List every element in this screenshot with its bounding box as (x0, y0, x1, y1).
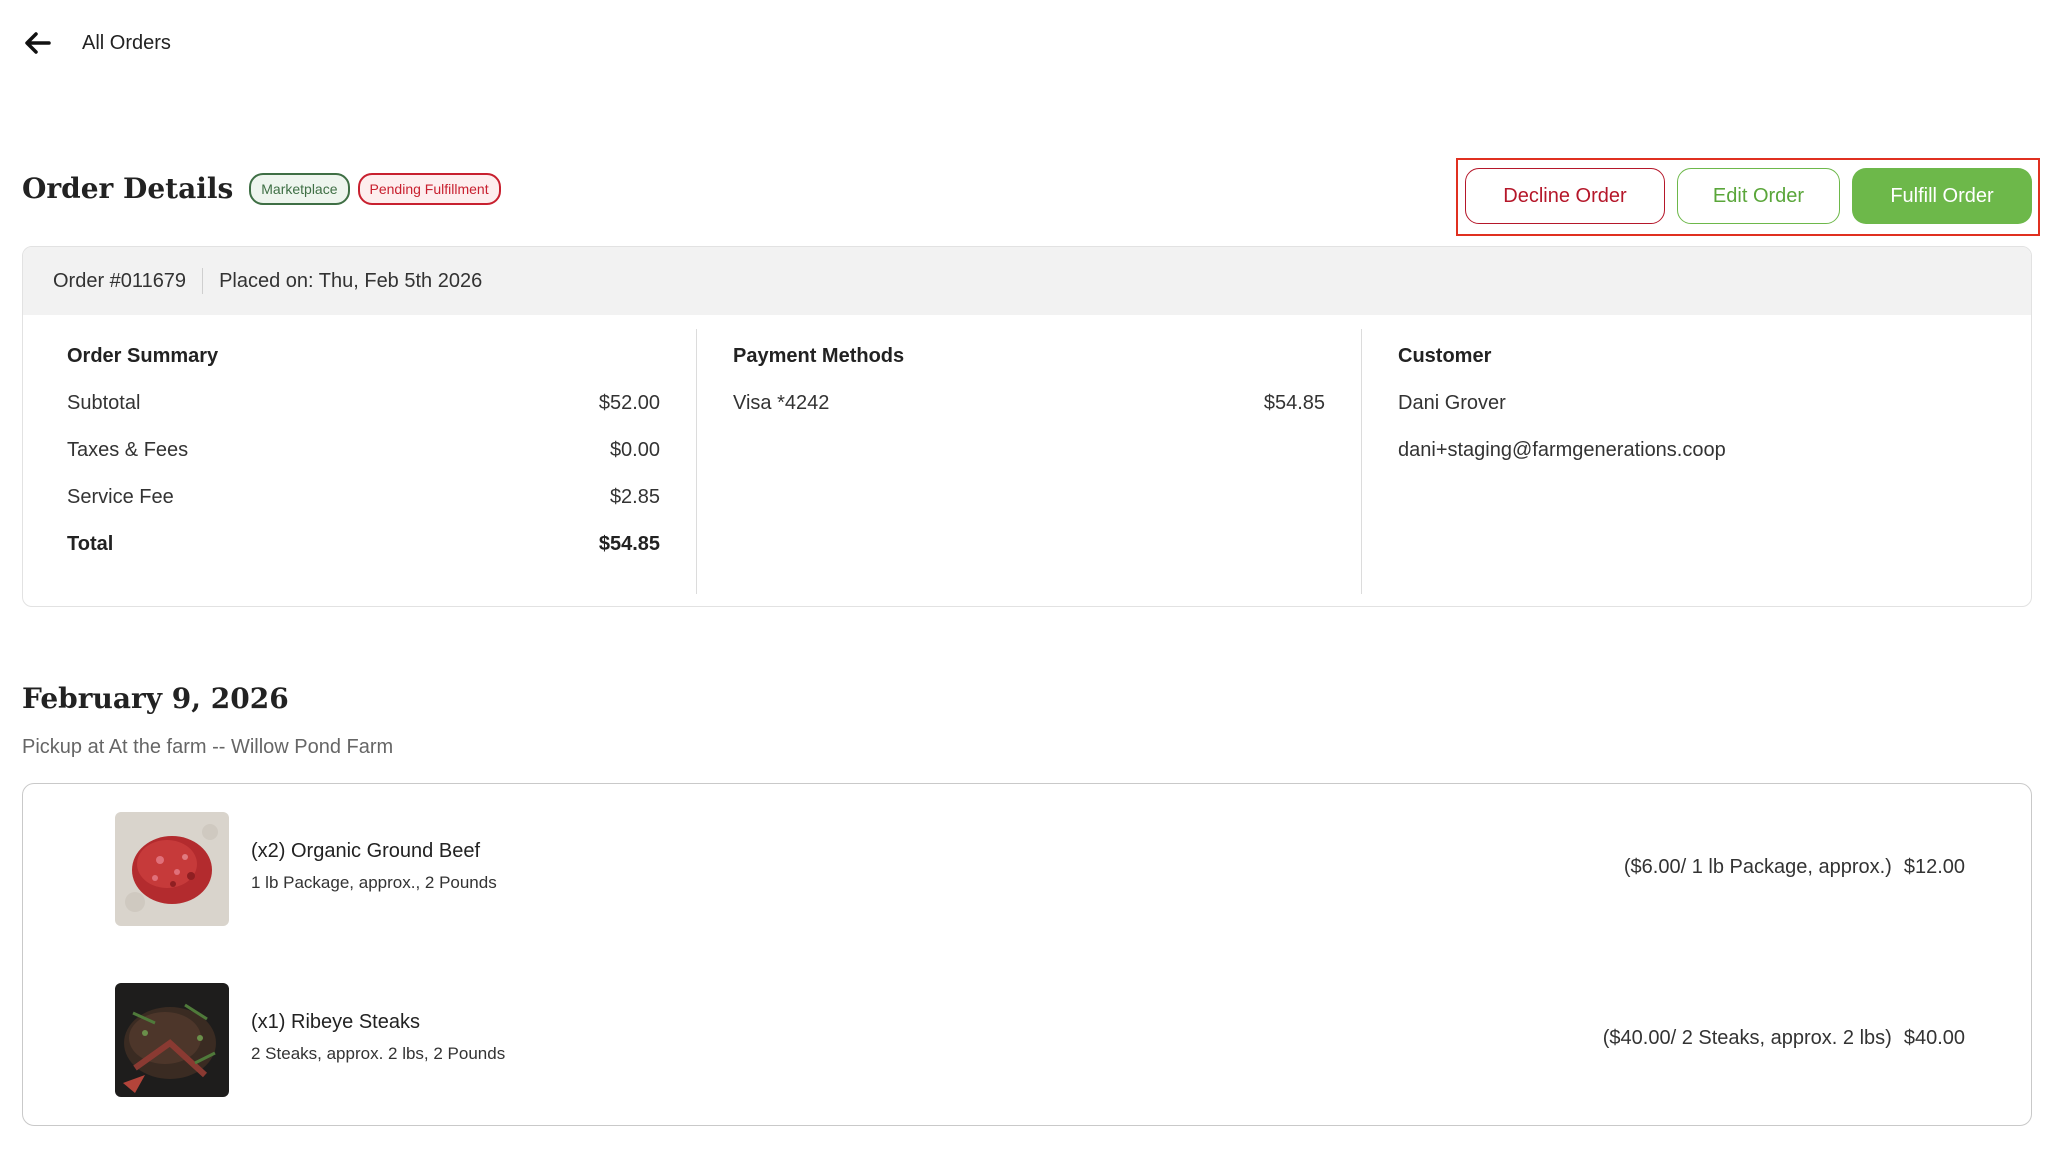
fulfillment-date-heading: February 9, 2026 (22, 682, 289, 715)
payment-methods-title: Payment Methods (733, 345, 905, 367)
placed-on-date: Placed on: Thu, Feb 5th 2026 (219, 269, 483, 292)
summary-label: Service Fee (67, 486, 174, 508)
order-summary-title: Order Summary (67, 345, 219, 367)
item-unit-price: ($6.00/ 1 lb Package, approx.) (1623, 856, 1892, 878)
summary-value: $52.00 (598, 392, 660, 414)
summary-total-row: Total $54.85 (67, 533, 660, 561)
order-number: Order #011679 (53, 269, 187, 292)
order-summary-section: Order Summary Subtotal $52.00 Taxes & Fe… (23, 329, 697, 594)
item-total: $40.00 (1903, 1027, 1965, 1049)
summary-label: Total (67, 533, 114, 555)
customer-section: Customer Dani Grover dani+staging@farmge… (1362, 329, 2031, 594)
page-title: Order Details (22, 172, 234, 205)
item-name: (x2) Organic Ground Beef (251, 840, 480, 862)
ground-beef-photo (115, 812, 229, 926)
item-details: 1 lb Package, approx., 2 Pounds (251, 873, 497, 892)
payment-row: Visa *4242 $54.85 (733, 392, 1325, 420)
payment-amount: $54.85 (1263, 392, 1325, 414)
summary-row: Service Fee $2.85 (67, 486, 660, 514)
item-price: ($40.00/ 2 Steaks, approx. 2 lbs) $40.00 (1603, 1027, 1965, 1050)
divider (202, 268, 204, 294)
arrow-left-icon[interactable] (22, 28, 52, 58)
summary-value: $54.85 (598, 533, 660, 555)
item-total: $12.00 (1903, 856, 1965, 878)
order-info-card: Order #011679 Placed on: Thu, Feb 5th 20… (22, 246, 2032, 607)
summary-row: Taxes & Fees $0.00 (67, 439, 660, 467)
customer-email: dani+staging@farmgenerations.coop (1398, 439, 1726, 461)
fulfill-order-button[interactable]: Fulfill Order (1852, 168, 2032, 224)
pickup-location: Pickup at At the farm -- Willow Pond Far… (22, 736, 394, 758)
customer-name: Dani Grover (1398, 392, 1506, 414)
item-price: ($6.00/ 1 lb Package, approx.) $12.00 (1624, 856, 1965, 879)
payment-card-label: Visa *4242 (733, 392, 830, 414)
status-badge: Pending Fulfillment (357, 172, 501, 205)
order-meta-strip: Order #011679 Placed on: Thu, Feb 5th 20… (23, 247, 2031, 315)
edit-order-button[interactable]: Edit Order (1677, 168, 1840, 224)
all-orders-link[interactable]: All Orders (82, 32, 171, 55)
back-nav[interactable]: All Orders (22, 28, 171, 58)
order-header: Order Details Marketplace Pending Fulfil… (22, 172, 501, 205)
item-details: 2 Steaks, approx. 2 lbs, 2 Pounds (251, 1044, 506, 1063)
payment-methods-section: Payment Methods Visa *4242 $54.85 (697, 329, 1362, 594)
ribeye-steak-photo (115, 983, 229, 1097)
summary-row: Subtotal $52.00 (67, 392, 660, 420)
summary-label: Subtotal (67, 392, 141, 414)
customer-title: Customer (1398, 345, 1492, 367)
item-unit-price: ($40.00/ 2 Steaks, approx. 2 lbs) (1602, 1027, 1892, 1049)
decline-order-button[interactable]: Decline Order (1465, 168, 1665, 224)
summary-label: Taxes & Fees (67, 439, 189, 461)
item-name: (x1) Ribeye Steaks (251, 1011, 420, 1033)
list-item: (x2) Organic Ground Beef 1 lb Package, a… (115, 812, 1965, 926)
summary-value: $0.00 (609, 439, 660, 461)
marketplace-badge: Marketplace (249, 172, 350, 205)
summary-value: $2.85 (609, 486, 660, 508)
order-items-card: (x2) Organic Ground Beef 1 lb Package, a… (22, 783, 2032, 1126)
list-item: (x1) Ribeye Steaks 2 Steaks, approx. 2 l… (115, 983, 1965, 1097)
